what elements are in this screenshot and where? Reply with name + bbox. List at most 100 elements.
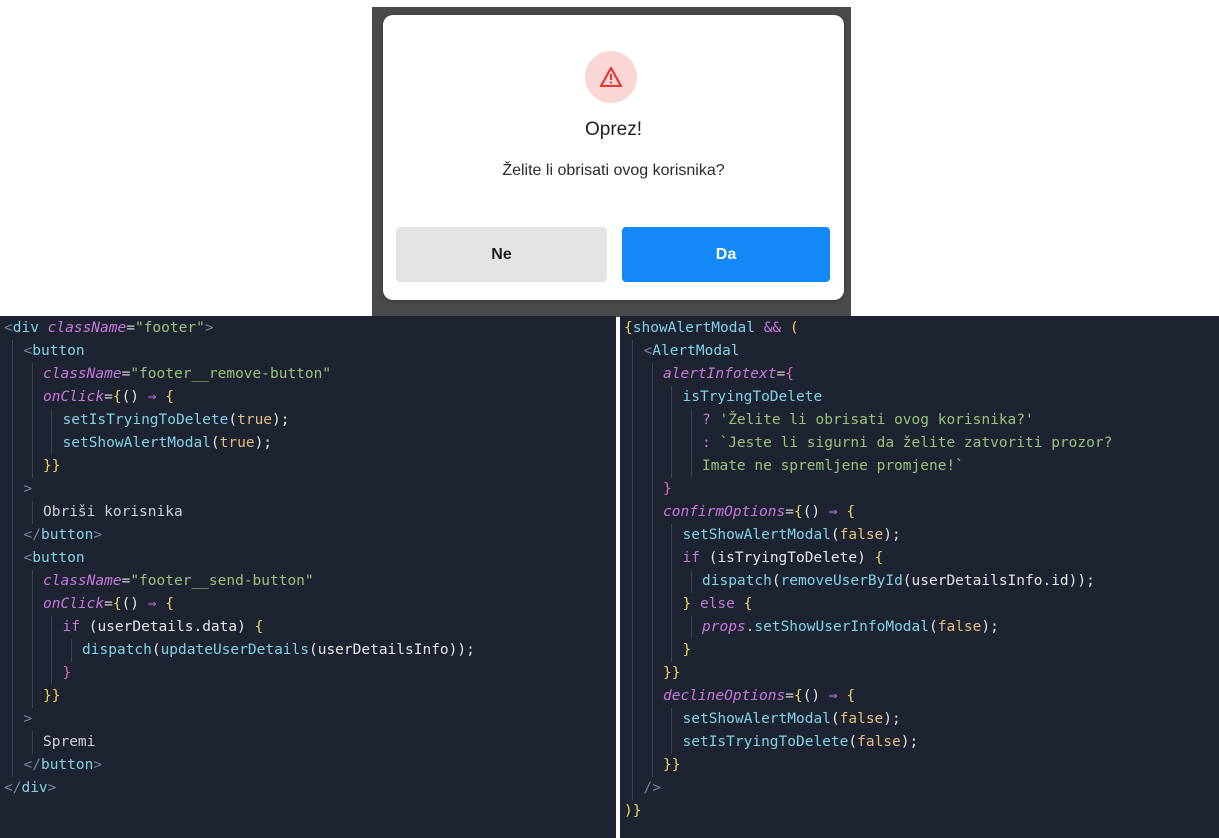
code-content: setShowAlertModal(false); xyxy=(683,524,901,547)
code-editor-right: {showAlertModal && (<AlertModal alertInfo… xyxy=(620,316,1219,838)
code-token: onClick xyxy=(43,389,105,405)
code-token: `Jeste li sigurni da želite zatvoriti pr… xyxy=(719,435,1113,451)
indent-guide xyxy=(12,593,13,616)
code-content: > xyxy=(24,708,33,731)
indent-guide xyxy=(632,478,633,501)
code-line: dispatch(updateUserDetails(userDetailsIn… xyxy=(0,639,616,662)
indent-guide xyxy=(31,409,33,432)
indent-guide xyxy=(12,478,13,501)
indent-guide xyxy=(31,662,33,685)
indent-guide xyxy=(51,639,52,662)
code-token: ⇒ xyxy=(828,504,847,520)
code-content: isTryingToDelete xyxy=(683,386,823,409)
code-token: < xyxy=(643,343,653,359)
code-content: }} xyxy=(663,754,680,777)
code-line: } xyxy=(620,478,1219,501)
code-token: alertInfotext xyxy=(663,366,777,382)
code-token: < xyxy=(4,320,13,336)
code-token: userDetails.data xyxy=(97,619,238,635)
code-line: </button> xyxy=(0,754,616,777)
indent-guide xyxy=(70,639,72,662)
code-content: : `Jeste li sigurni da želite zatvoriti … xyxy=(702,432,1112,455)
indent-guide xyxy=(651,501,653,524)
code-token: ( xyxy=(848,734,858,750)
code-token: declineOptions xyxy=(663,688,786,704)
code-token: setIsTryingToDelete xyxy=(682,734,849,750)
code-line: } xyxy=(0,662,616,685)
code-content: </div> xyxy=(4,777,56,800)
code-content: </button> xyxy=(24,524,103,547)
code-line: isTryingToDelete xyxy=(620,386,1219,409)
indent-guide xyxy=(651,455,653,478)
indent-guide xyxy=(31,731,33,754)
decline-button[interactable]: Ne xyxy=(396,227,607,282)
confirm-button[interactable]: Da xyxy=(622,227,830,282)
indent-guide xyxy=(671,409,672,432)
code-token: userDetailsInfo.id xyxy=(911,573,1069,589)
indent-guide xyxy=(690,455,692,478)
code-token: props xyxy=(702,619,746,635)
indent-guide xyxy=(632,731,633,754)
code-token: { xyxy=(112,389,122,405)
code-line: > xyxy=(0,708,616,731)
code-token: updateUserDetails xyxy=(160,642,309,658)
indent-guide xyxy=(651,524,653,547)
indent-guide xyxy=(690,570,692,593)
indent-guide xyxy=(671,593,672,616)
code-line: }} xyxy=(620,662,1219,685)
code-token: ) xyxy=(237,619,255,635)
indent-guide xyxy=(651,570,653,593)
indent-guide xyxy=(12,386,13,409)
indent-guide xyxy=(31,455,33,478)
code-content: ? 'Želite li obrisati ovog korisnika?' xyxy=(702,409,1034,432)
code-token: = xyxy=(104,596,113,612)
indent-guide xyxy=(51,432,52,455)
code-token: } xyxy=(682,642,692,658)
code-line: setShowAlertModal(false); xyxy=(620,708,1219,731)
indent-guide xyxy=(632,754,633,777)
code-line: }} xyxy=(0,685,616,708)
code-line: } xyxy=(620,639,1219,662)
code-line: Imate ne spremljene promjene!` xyxy=(620,455,1219,478)
code-token: 'Želite li obrisati ovog korisnika?' xyxy=(719,412,1034,428)
code-line: dispatch(removeUserById(userDetailsInfo.… xyxy=(620,570,1219,593)
indent-guide xyxy=(12,639,13,662)
indent-guide xyxy=(651,432,653,455)
alert-icon-circle xyxy=(585,51,637,103)
code-content: Imate ne spremljene promjene!` xyxy=(702,455,964,478)
code-content: /> xyxy=(644,777,661,800)
code-line: <button xyxy=(0,547,616,570)
code-content: {showAlertModal && ( xyxy=(624,317,799,340)
indent-guide xyxy=(632,639,633,662)
indent-guide xyxy=(12,409,13,432)
code-line: setShowAlertModal(false); xyxy=(620,524,1219,547)
indent-guide xyxy=(632,708,633,731)
code-token: </ xyxy=(23,527,41,543)
code-token: { xyxy=(743,596,753,612)
indent-guide xyxy=(671,639,672,662)
code-token: > xyxy=(204,320,214,336)
code-token: </ xyxy=(23,757,41,773)
code-token: ( xyxy=(151,642,161,658)
code-token: } xyxy=(663,481,672,497)
code-token: Spremi xyxy=(43,734,96,750)
code-token: { xyxy=(112,596,122,612)
code-token: ⇒ xyxy=(147,389,166,405)
indent-guide xyxy=(651,731,653,754)
code-line: > xyxy=(0,478,616,501)
code-line: </button> xyxy=(0,524,616,547)
indent-guide xyxy=(671,547,672,570)
code-line: if (isTryingToDelete) { xyxy=(620,547,1219,570)
code-line: alertInfotext={ xyxy=(620,363,1219,386)
code-line: Spremi xyxy=(0,731,616,754)
code-token: userDetailsInfo xyxy=(317,642,449,658)
code-token: isTryingToDelete xyxy=(682,389,823,405)
warning-triangle-icon xyxy=(600,67,622,87)
code-content: } xyxy=(683,639,692,662)
indent-guide xyxy=(690,432,692,455)
indent-guide xyxy=(31,639,33,662)
code-token: false xyxy=(937,619,982,635)
modal-title: Oprez! xyxy=(584,119,643,140)
code-token: ( xyxy=(830,527,840,543)
code-token: }} xyxy=(43,688,61,704)
